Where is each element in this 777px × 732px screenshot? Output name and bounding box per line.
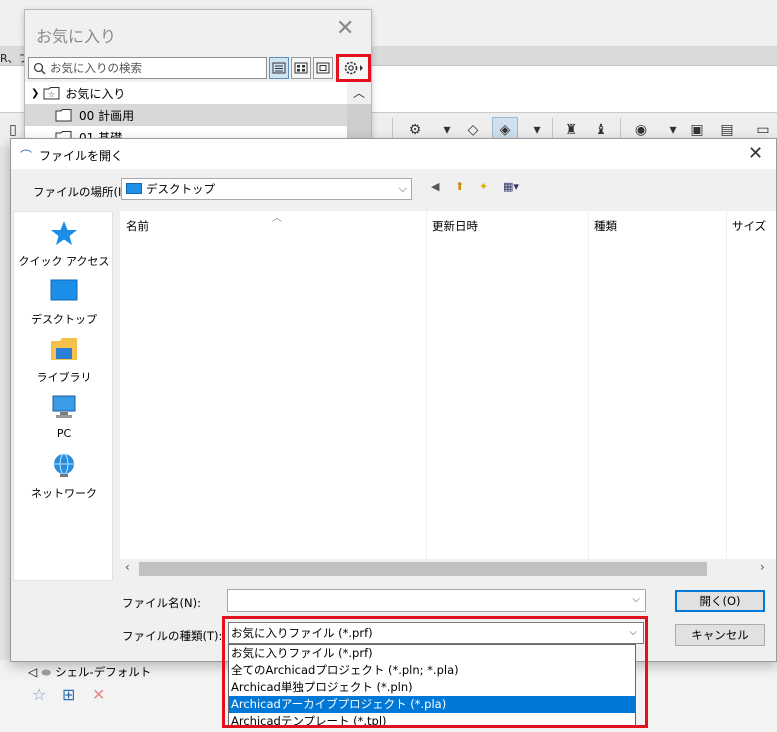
location-label: ファイルの場所(I):: [33, 185, 130, 199]
folder-icon: [55, 109, 72, 122]
back-icon[interactable]: ◀: [431, 180, 439, 193]
desktop-icon: [126, 183, 142, 194]
favorites-panel: お気に入り ✕ お気に入りの検索 ❯ ☆ お気に入り 00 計画用 ︿: [24, 9, 372, 145]
file-list-hscrollbar[interactable]: ‹ ›: [120, 559, 776, 579]
filetype-option[interactable]: お気に入りファイル (*.prf): [229, 645, 635, 662]
filename-label: ファイル名(N):: [122, 596, 201, 610]
column-divider: [588, 211, 589, 559]
pc-icon: [52, 395, 76, 418]
chevron-down-icon[interactable]: ⌵: [632, 594, 640, 605]
dialog-titlebar: [11, 139, 776, 169]
filetype-option[interactable]: Archicadテンプレート (*.tpl): [229, 713, 635, 727]
place-quick-access[interactable]: クイック アクセス: [14, 220, 114, 269]
place-library[interactable]: ライブラリ: [14, 336, 114, 385]
chevron-right-icon[interactable]: ›: [760, 560, 765, 574]
favorites-tree: ❯ ☆ お気に入り 00 計画用 01 基礎: [25, 82, 347, 145]
library-icon: [51, 338, 77, 360]
archicad-logo-icon: ⌒: [20, 149, 33, 163]
column-size[interactable]: サイズ: [732, 218, 766, 234]
open-file-dialog: ⌒ ファイルを開く ✕ ファイルの場所(I): デスクトップ ⌵ ◀ ⬆ ✦ ▦…: [10, 138, 777, 662]
chevron-left-icon[interactable]: ‹: [125, 560, 130, 574]
place-label: PC: [56, 427, 72, 440]
chevron-down-icon[interactable]: ❯: [31, 88, 39, 99]
sort-arrow-icon: ︿: [272, 213, 282, 224]
new-folder-icon[interactable]: ⊞: [62, 685, 75, 704]
chevron-down-icon[interactable]: ⌵: [629, 627, 637, 638]
filetype-select[interactable]: お気に入りファイル (*.prf) ⌵: [228, 622, 644, 644]
favorites-settings-button[interactable]: [336, 54, 371, 82]
tree-root-item[interactable]: ❯ ☆ お気に入り: [25, 82, 347, 104]
file-list[interactable]: ︿ 名前 更新日時 種類 サイズ: [120, 211, 776, 559]
open-button[interactable]: 開く(O): [675, 590, 765, 612]
new-folder-icon[interactable]: ✦: [479, 180, 488, 193]
close-icon[interactable]: ✕: [336, 18, 354, 40]
add-favorite-icon[interactable]: ☆: [32, 685, 46, 704]
svg-text:☆: ☆: [48, 90, 55, 99]
chevron-down-icon[interactable]: ⌵: [399, 182, 407, 196]
search-placeholder: お気に入りの検索: [50, 61, 142, 75]
column-divider: [726, 211, 727, 559]
filetype-option[interactable]: Archicad単独プロジェクト (*.pln): [229, 679, 635, 696]
filetype-value: お気に入りファイル (*.prf): [231, 626, 373, 640]
places-sidebar: クイック アクセス デスクトップ ライブラリ PC ネットワーク: [13, 211, 113, 581]
eye-icon: ◁: [28, 665, 38, 679]
location-value: デスクトップ: [146, 182, 215, 196]
place-network[interactable]: ネットワーク: [14, 452, 114, 501]
column-modified[interactable]: 更新日時: [432, 218, 478, 234]
filename-input[interactable]: ⌵: [227, 589, 646, 612]
place-label: クイック アクセス: [18, 255, 110, 268]
filetype-dropdown: お気に入りファイル (*.prf) 全てのArchicadプロジェクト (*.p…: [228, 644, 636, 728]
location-select[interactable]: デスクトップ ⌵: [121, 178, 412, 200]
desktop-icon: [50, 279, 78, 301]
chevron-up-icon[interactable]: ︿: [353, 84, 365, 101]
favorites-folder-icon: ☆: [43, 87, 60, 100]
tree-item-label: 00 計画用: [79, 108, 135, 123]
filetype-option-selected[interactable]: Archicadアーカイブプロジェクト (*.pla): [229, 696, 635, 713]
favorites-search-input[interactable]: お気に入りの検索: [28, 57, 267, 79]
favorites-scrollbar[interactable]: ︿: [347, 82, 371, 143]
tree-item-label: お気に入り: [65, 86, 126, 101]
network-icon: [54, 453, 74, 477]
shell-icon: ⬬: [41, 664, 52, 679]
grid-view-icon[interactable]: [291, 57, 311, 79]
place-desktop[interactable]: デスクトップ: [14, 278, 114, 327]
place-pc[interactable]: PC: [14, 394, 114, 440]
shell-label: シェル-デフォルト: [55, 665, 152, 679]
place-label: デスクトップ: [31, 313, 97, 326]
filetype-label: ファイルの種類(T):: [122, 629, 223, 643]
delete-icon[interactable]: ✕: [92, 685, 105, 704]
favorites-title: お気に入り: [36, 27, 117, 46]
star-icon: [51, 221, 77, 245]
cancel-button[interactable]: キャンセル: [675, 624, 765, 646]
view-menu-icon[interactable]: ▦▾: [503, 180, 519, 193]
shell-item[interactable]: ◁ ⬬ シェル-デフォルト: [28, 664, 151, 680]
preview-view-icon[interactable]: [313, 57, 333, 79]
place-label: ネットワーク: [31, 487, 97, 500]
tree-item[interactable]: 00 計画用: [25, 104, 347, 126]
close-icon[interactable]: ✕: [748, 143, 763, 164]
column-divider: [426, 211, 427, 559]
scrollbar-thumb[interactable]: [139, 562, 707, 576]
filetype-option[interactable]: 全てのArchicadプロジェクト (*.pln; *.pla): [229, 662, 635, 679]
gear-icon: [344, 61, 363, 75]
column-type[interactable]: 種類: [594, 218, 617, 234]
up-folder-icon[interactable]: ⬆: [455, 180, 464, 193]
place-label: ライブラリ: [36, 371, 92, 384]
column-name[interactable]: 名前: [126, 218, 149, 234]
search-icon: [33, 62, 46, 75]
list-view-icon[interactable]: [269, 57, 289, 79]
dialog-title: ファイルを開く: [39, 149, 124, 163]
